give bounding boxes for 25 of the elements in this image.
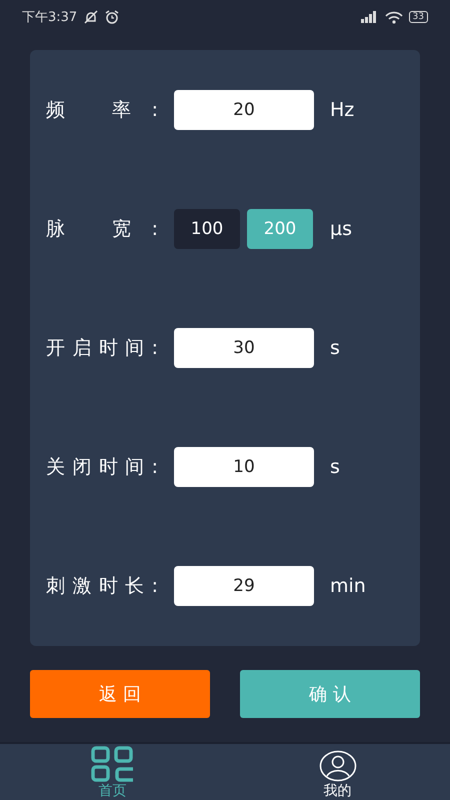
alarm-icon	[105, 10, 120, 24]
unit-label: Hz	[330, 98, 354, 121]
signal-icon	[360, 11, 379, 23]
muted-bell-icon	[83, 10, 100, 24]
value-field[interactable]: 30	[174, 328, 314, 368]
setting-label: 开启时间:	[46, 336, 158, 361]
setting-label: 关闭时间:	[46, 455, 158, 480]
value-field[interactable]: 29	[174, 566, 314, 606]
nav-tab[interactable]: 首页	[0, 744, 225, 800]
user-icon	[318, 750, 356, 782]
battery-level: 33	[408, 11, 428, 23]
grid-icon	[90, 746, 134, 782]
unit-label: s	[330, 456, 340, 478]
nav-tab[interactable]: 我的	[225, 744, 450, 800]
value-field[interactable]: 10	[174, 447, 314, 488]
value-field[interactable]: 20	[174, 90, 314, 130]
setting-label: 脉 宽:	[46, 216, 158, 242]
setting-label: 频 率:	[46, 98, 158, 123]
status-time: 下午3:37	[22, 9, 78, 26]
unit-label: min	[330, 575, 366, 598]
unit-label: s	[330, 336, 340, 359]
unit-label: μs	[330, 218, 352, 240]
option-button[interactable]: 100	[174, 208, 240, 249]
setting-label: 刺激时长:	[46, 574, 158, 600]
wifi-icon	[384, 10, 403, 24]
